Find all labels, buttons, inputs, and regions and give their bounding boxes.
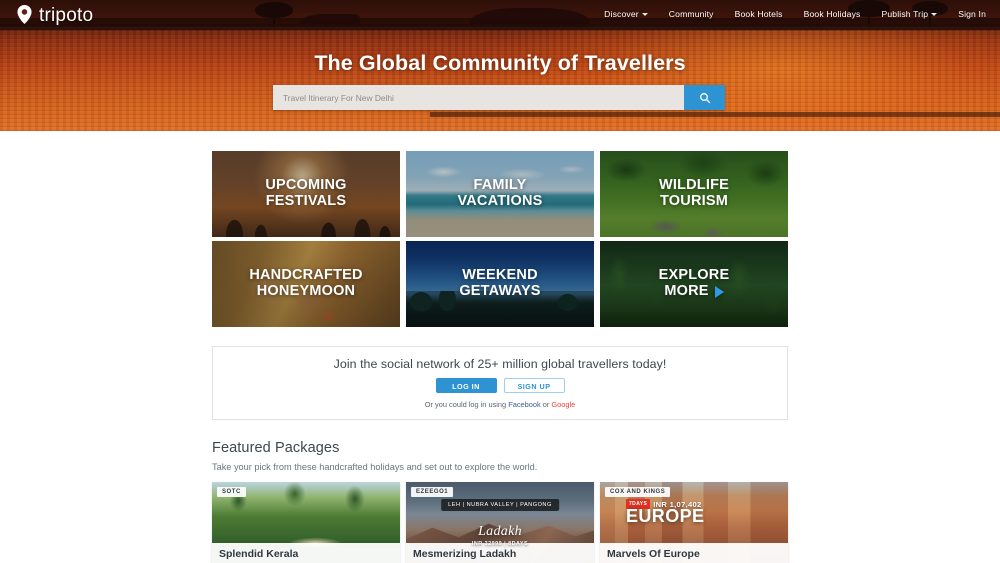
hero-banner: tripoto Discover Community Book Hotels B…	[0, 0, 1000, 131]
nav-item-community[interactable]: Community	[669, 9, 714, 19]
nav-label: Publish Trip	[881, 9, 929, 19]
social-login-joiner: or	[540, 400, 552, 409]
tile-label: UPCOMING FESTIVALS	[212, 151, 400, 237]
category-tile-grid: UPCOMING FESTIVALS FAMILY VACATIONS WILD…	[212, 131, 788, 327]
tile-label: WILDLIFE TOURISM	[600, 151, 788, 237]
tile-label-line2: GETAWAYS	[459, 283, 541, 299]
featured-packages-grid: SOTC Splendid Kerala EZEEGO1 LEH | NUBRA…	[212, 482, 788, 563]
sign-up-button[interactable]: SIGN UP	[503, 378, 565, 393]
google-login-link[interactable]: Google	[551, 400, 575, 409]
nav-item-publish-trip[interactable]: Publish Trip	[881, 9, 938, 19]
search-icon	[699, 92, 711, 104]
chevron-down-icon	[931, 12, 938, 16]
chevron-down-icon	[641, 12, 648, 16]
nav-item-book-hotels[interactable]: Book Hotels	[735, 9, 783, 19]
auth-buttons: LOG IN SIGN UP	[435, 378, 565, 393]
category-tile-upcoming-festivals[interactable]: UPCOMING FESTIVALS	[212, 151, 400, 237]
tile-label-line1: UPCOMING	[265, 177, 347, 194]
category-tile-family-vacations[interactable]: FAMILY VACATIONS	[406, 151, 594, 237]
tile-label-line2: MORE	[664, 283, 709, 299]
join-network-panel: Join the social network of 25+ million g…	[212, 346, 788, 420]
category-tile-weekend-getaways[interactable]: WEEKEND GETAWAYS	[406, 241, 594, 327]
package-destination: Ladakh	[478, 524, 522, 539]
tile-label-line1: WILDLIFE	[658, 177, 730, 194]
package-provider-badge: EZEEGO1	[411, 487, 454, 497]
facebook-login-link[interactable]: Facebook	[508, 400, 540, 409]
map-pin-icon	[16, 4, 33, 24]
logo-text: tripoto	[39, 4, 94, 26]
tile-label-line2: VACATIONS	[457, 193, 543, 209]
package-destination: EUROPE	[626, 506, 705, 526]
tile-label: WEEKEND GETAWAYS	[406, 241, 594, 327]
package-title: Splendid Kerala	[212, 543, 400, 563]
featured-packages-subtitle: Take your pick from these handcrafted ho…	[212, 462, 538, 472]
tile-label-line2-wrap: MORE	[664, 283, 724, 300]
nav-label: Community	[668, 9, 714, 19]
package-card-mesmerizing-ladakh[interactable]: EZEEGO1 LEH | NUBRA VALLEY | PANGONG Lad…	[406, 482, 594, 563]
tile-label: EXPLORE MORE	[600, 241, 788, 327]
tile-label: FAMILY VACATIONS	[406, 151, 594, 237]
logo[interactable]: tripoto	[16, 4, 94, 26]
horizon-band	[430, 112, 1000, 117]
package-card-marvels-of-europe[interactable]: COX AND KINGS 7DAYS INR 1,07,402 EUROPE …	[600, 482, 788, 563]
search-bar	[273, 85, 725, 110]
hero-title: The Global Community of Travellers	[314, 51, 686, 75]
play-arrow-icon	[714, 285, 724, 298]
search-button[interactable]	[684, 85, 725, 110]
tile-label-line2: HONEYMOON	[256, 283, 356, 299]
search-input[interactable]	[273, 85, 684, 110]
join-headline: Join the social network of 25+ million g…	[333, 357, 667, 371]
tile-label-line2: FESTIVALS	[265, 193, 347, 209]
featured-packages-title: Featured Packages	[212, 440, 340, 456]
nav-item-book-holidays[interactable]: Book Holidays	[804, 9, 861, 19]
nav-label: Book Holidays	[803, 9, 861, 19]
log-in-button[interactable]: LOG IN	[435, 378, 497, 393]
social-login-prefix: Or you could log in using	[424, 400, 509, 409]
nav-label: Discover	[604, 9, 639, 19]
top-navigation-bar: tripoto Discover Community Book Hotels B…	[0, 0, 1000, 28]
tile-label-line1: FAMILY	[473, 177, 527, 194]
tile-label-line2: TOURISM	[660, 193, 728, 209]
category-tile-handcrafted-honeymoon[interactable]: HANDCRAFTED HONEYMOON	[212, 241, 400, 327]
tile-label-line1: HANDCRAFTED	[249, 267, 363, 284]
package-card-splendid-kerala[interactable]: SOTC Splendid Kerala	[212, 482, 400, 563]
package-provider-badge: COX AND KINGS	[605, 487, 671, 497]
tile-label-line1: WEEKEND	[462, 267, 538, 284]
nav-item-sign-in[interactable]: Sign In	[958, 9, 986, 19]
package-price-line: INR 32999 | 8DAYS	[471, 541, 529, 547]
nav-label: Book Hotels	[734, 9, 783, 19]
package-provider-badge: SOTC	[217, 487, 246, 497]
main-nav: Discover Community Book Hotels Book Holi…	[604, 9, 986, 19]
nav-item-discover[interactable]: Discover	[604, 9, 648, 19]
nav-label: Sign In	[958, 9, 986, 19]
content-container: UPCOMING FESTIVALS FAMILY VACATIONS WILD…	[212, 131, 788, 563]
social-login-text: Or you could log in using Facebook or Go…	[425, 400, 575, 409]
package-title: Marvels Of Europe	[600, 543, 788, 563]
tile-label-line1: EXPLORE	[658, 267, 730, 284]
category-tile-explore-more[interactable]: EXPLORE MORE	[600, 241, 788, 327]
tile-label: HANDCRAFTED HONEYMOON	[212, 241, 400, 327]
category-tile-wildlife-tourism[interactable]: WILDLIFE TOURISM	[600, 151, 788, 237]
package-route-strip: LEH | NUBRA VALLEY | PANGONG	[441, 499, 559, 511]
page-body: UPCOMING FESTIVALS FAMILY VACATIONS WILD…	[0, 131, 1000, 563]
